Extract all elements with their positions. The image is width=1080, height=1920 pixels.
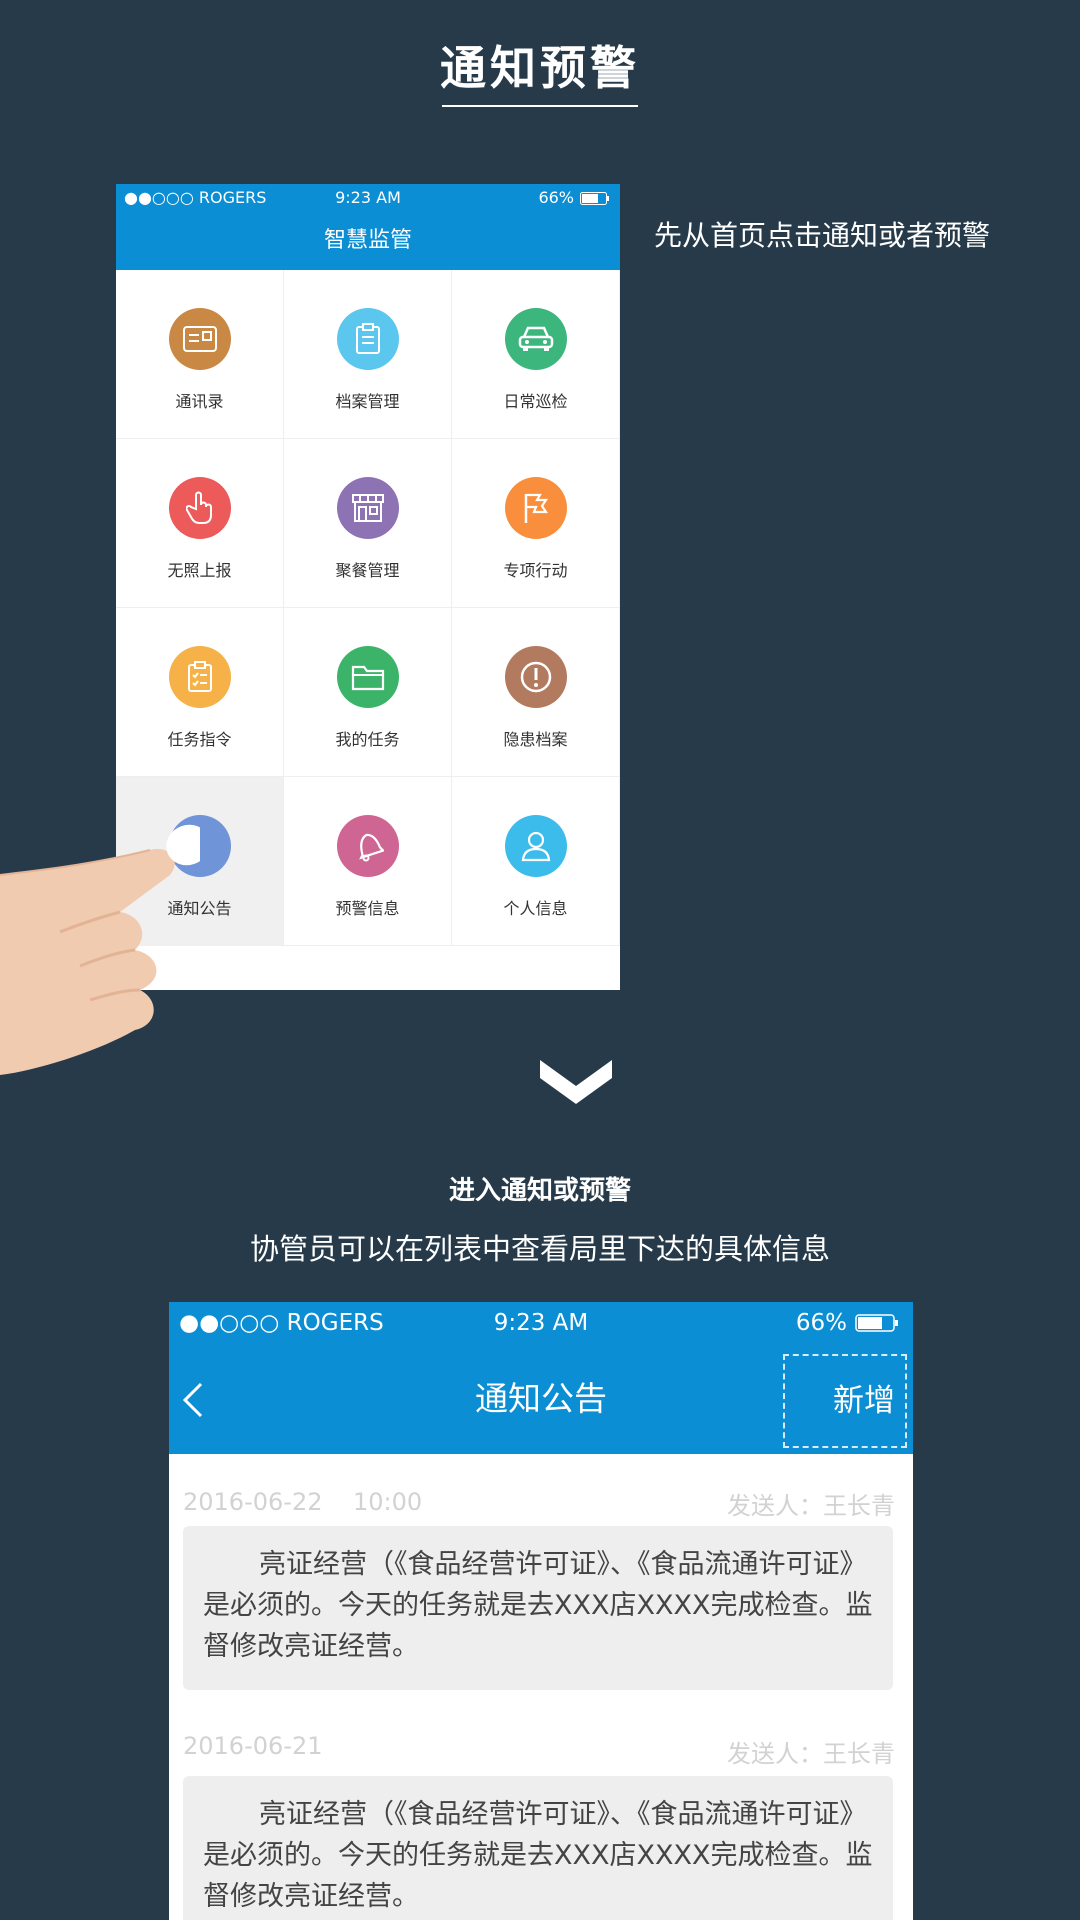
checklist-icon bbox=[168, 646, 231, 708]
add-button[interactable]: 新增 bbox=[783, 1354, 907, 1448]
tile-label: 聚餐管理 bbox=[335, 561, 400, 580]
status-bar: ●●○○○ ROGERS 9:23 AM 66% bbox=[169, 1302, 913, 1344]
status-right: 66% bbox=[796, 1302, 899, 1344]
message-card[interactable]: 亮证经营（《食品经营许可证》、《食品流通许可证》是必须的。今天的任务就是去XXX… bbox=[183, 1776, 893, 1920]
message-date: 2016-06-21 bbox=[183, 1732, 323, 1760]
tile-special-action[interactable]: 专项行动 bbox=[452, 439, 620, 608]
folder-icon bbox=[336, 646, 399, 708]
tile-label: 专项行动 bbox=[503, 561, 568, 580]
step1-instruction: 先从首页点击通知或者预警 bbox=[654, 219, 991, 252]
tile-label: 任务指令 bbox=[167, 730, 232, 749]
battery-percent: 66% bbox=[538, 188, 574, 207]
message-date: 2016-06-22 10:00 bbox=[183, 1488, 422, 1516]
battery-percent: 66% bbox=[795, 1310, 847, 1336]
warning-icon bbox=[504, 646, 567, 708]
tile-label: 通讯录 bbox=[175, 392, 224, 411]
status-right: 66% bbox=[538, 184, 610, 212]
tapping-hand-illustration bbox=[0, 824, 200, 1075]
car-icon bbox=[504, 308, 567, 370]
nav-bar: 通知公告 新增 bbox=[169, 1344, 913, 1454]
battery-icon bbox=[855, 1314, 898, 1332]
tile-label: 日常巡检 bbox=[503, 392, 568, 411]
notice-list-mockup: ●●○○○ ROGERS 9:23 AM 66% 通知公告 新增 2016-06… bbox=[169, 1302, 913, 1920]
message-sender: 发送人：王长青 bbox=[727, 1492, 895, 1520]
tile-task-orders[interactable]: 任务指令 bbox=[116, 608, 284, 777]
message-sender: 发送人：王长青 bbox=[727, 1740, 895, 1768]
tile-label: 预警信息 bbox=[335, 899, 400, 918]
step2-title: 进入通知或预警 bbox=[448, 1176, 631, 1206]
tile-label: 无照上报 bbox=[167, 561, 232, 580]
message-card[interactable]: 亮证经营（《食品经营许可证》、《食品流通许可证》是必须的。今天的任务就是去XXX… bbox=[183, 1526, 893, 1690]
bell-icon bbox=[336, 815, 399, 877]
title-underline bbox=[442, 105, 638, 107]
flag-icon bbox=[504, 477, 567, 539]
step2-subtitle: 协管员可以在列表中查看局里下达的具体信息 bbox=[249, 1232, 830, 1266]
status-bar: ●●○○○ ROGERS 9:23 AM 66% bbox=[116, 184, 620, 212]
tile-hazard-archives[interactable]: 隐患档案 bbox=[452, 608, 620, 777]
tile-inspection[interactable]: 日常巡检 bbox=[452, 270, 620, 439]
tile-my-tasks[interactable]: 我的任务 bbox=[284, 608, 452, 777]
time-text: 10:00 bbox=[353, 1488, 423, 1516]
tile-contacts[interactable]: 通讯录 bbox=[116, 270, 284, 439]
person-icon bbox=[504, 815, 567, 877]
tile-label: 档案管理 bbox=[335, 392, 400, 411]
page-title: 通知预警 bbox=[440, 41, 640, 95]
date-text: 2016-06-22 bbox=[183, 1488, 323, 1516]
clipboard-icon bbox=[336, 308, 399, 370]
tile-label: 我的任务 bbox=[335, 730, 400, 749]
tile-label: 个人信息 bbox=[503, 899, 568, 918]
chevron-down-icon bbox=[540, 1060, 612, 1104]
tile-archives[interactable]: 档案管理 bbox=[284, 270, 452, 439]
battery-icon bbox=[580, 191, 609, 205]
tile-dining[interactable]: 聚餐管理 bbox=[284, 439, 452, 608]
nav-title: 智慧监管 bbox=[116, 212, 620, 270]
tile-unlicensed-report[interactable]: 无照上报 bbox=[116, 439, 284, 608]
tile-profile[interactable]: 个人信息 bbox=[452, 777, 620, 946]
tile-label: 隐患档案 bbox=[503, 730, 568, 749]
contact-card-icon bbox=[168, 308, 231, 370]
storefront-icon bbox=[336, 477, 399, 539]
hand-pointer-icon bbox=[168, 477, 231, 539]
tile-warnings[interactable]: 预警信息 bbox=[284, 777, 452, 946]
